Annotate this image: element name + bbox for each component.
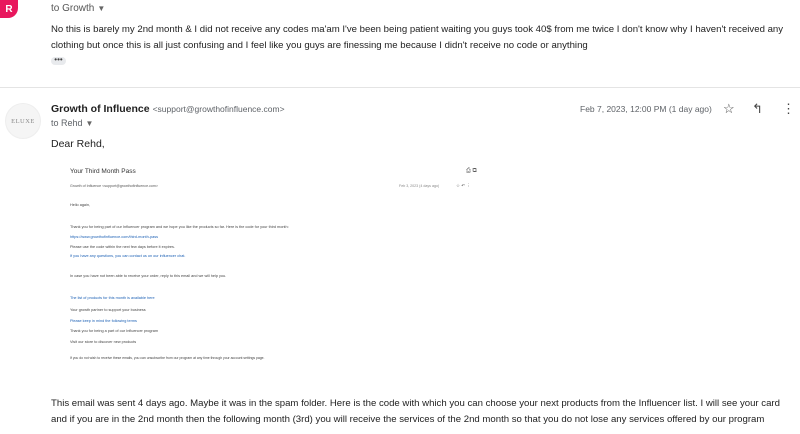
message-body: No this is barely my 2nd month & I did n… [51,24,784,51]
screenshot-action-icons: ☆ ↶ ⋮ [456,183,471,188]
avatar: R [0,0,18,18]
screenshot-text-line: Please use the code within the next few … [70,245,175,249]
screenshot-text-line: If you have any questions, you can conta… [70,254,186,258]
screenshot-text-line: Thank you for being part of our Influenc… [70,225,289,229]
recipient-line[interactable]: to Rehd ▼ [51,118,93,128]
screenshot-sender: Growth of Influence <support@growthofinf… [70,184,158,188]
screenshot-text-line: Hello again, [70,203,91,207]
screenshot-text-line: In case you have not been able to receiv… [70,274,227,278]
screenshot-text-line: https://www.growthofinfluence.com/third-… [70,235,158,239]
screenshot-text-line: Visit our store to discover new products [70,340,137,344]
divider [0,87,800,88]
screenshot-text-line: The list of products for this month is a… [70,296,155,300]
greeting: Dear Rehd, [51,138,105,150]
screenshot-date: Feb 3, 2023 (4 days ago) [399,184,440,188]
embedded-screenshot: Your Third Month Pass ⎙ ⧉ Growth of Infl… [64,162,498,374]
sender-logo: ELUXE [5,103,41,139]
sender-name[interactable]: Growth of Influence [51,103,150,115]
sender-email: <support@growthofinfluence.com> [152,104,285,114]
recipient-label: to Rehd [51,118,83,128]
chevron-down-icon[interactable]: ▼ [86,119,94,128]
star-icon[interactable]: ☆ [723,101,735,117]
recipient-line[interactable]: to Growth ▼ [51,3,105,14]
recipient-label: to Growth [51,3,95,14]
chevron-down-icon[interactable]: ▼ [97,4,105,13]
more-options-icon[interactable]: ⋮ [782,101,795,117]
print-icon: ⎙ ⧉ [466,168,477,174]
show-trimmed-content-button[interactable]: ••• [51,56,66,65]
screenshot-text-line: Thank you for being a part of our Influe… [70,329,159,333]
message-date: Feb 7, 2023, 12:00 PM (1 day ago) [580,104,712,114]
reply-icon[interactable]: ↰ [752,101,763,117]
screenshot-text-line: Please keep in mind the following terms [70,319,137,323]
screenshot-text-line: Your growth partner to support your busi… [70,308,146,312]
sender-line: Growth of Influence <support@growthofinfl… [51,103,285,115]
message-body: This email was sent 4 days ago. Maybe it… [51,398,780,425]
screenshot-text-line: If you do not wish to receive these emai… [70,356,265,360]
screenshot-subject: Your Third Month Pass [70,168,136,175]
